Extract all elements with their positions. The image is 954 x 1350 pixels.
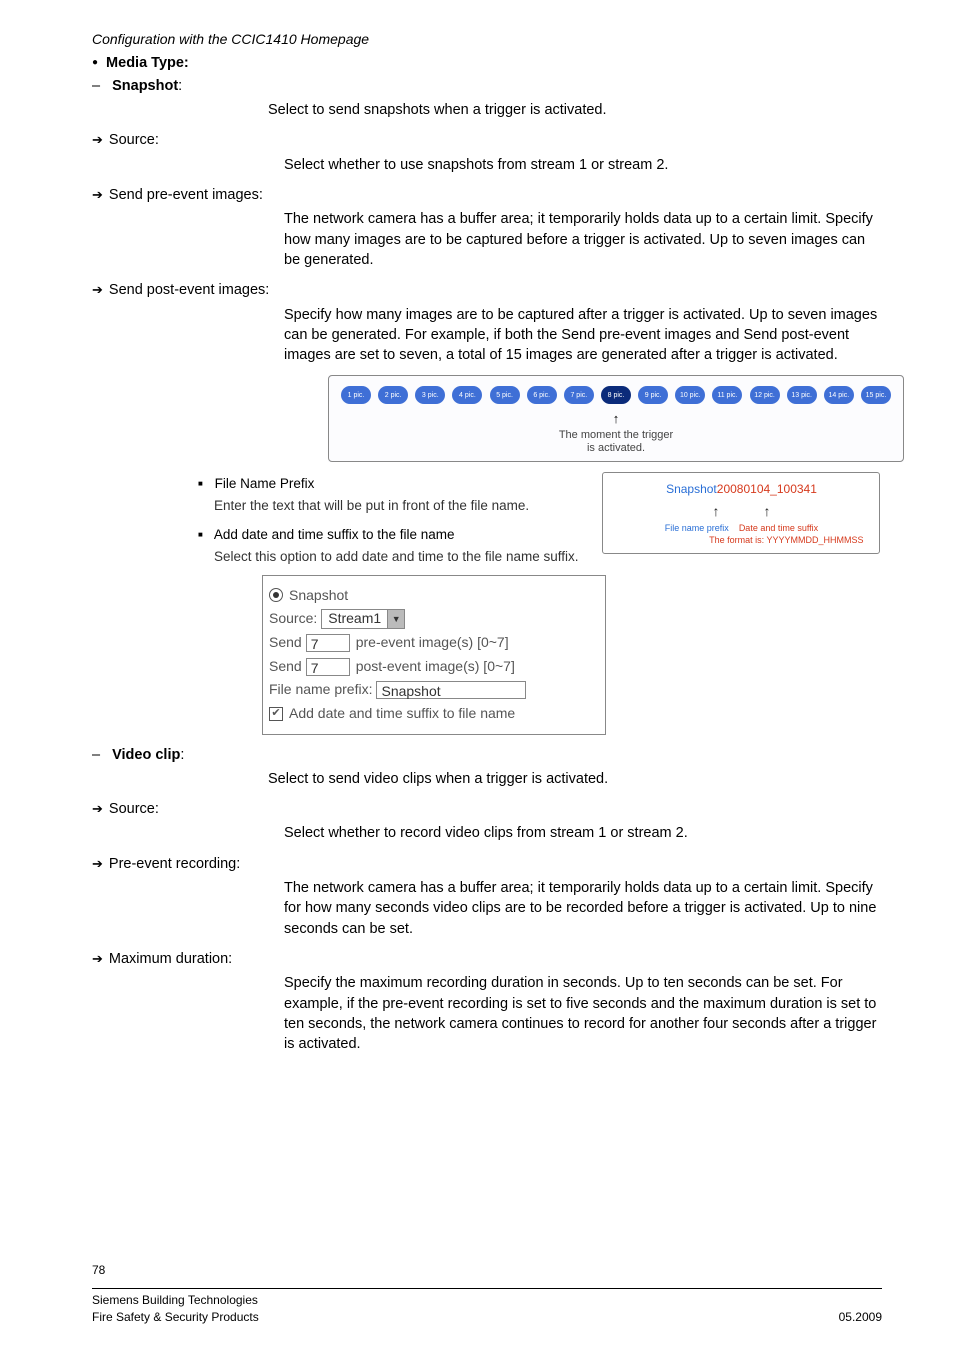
snapshot-pre-desc: The network camera has a buffer area; it…	[284, 209, 882, 270]
source-select-value: Stream1	[322, 609, 387, 629]
footer-right: 05.2009	[839, 1309, 882, 1326]
add-suffix-title: Add date and time suffix to the file nam…	[214, 527, 455, 542]
add-suffix-checkbox[interactable]: ✔	[269, 707, 283, 721]
snapshot-heading: Snapshot:	[92, 76, 882, 96]
snapshot-post-label: Send post-event images:	[92, 280, 882, 300]
prefix-label: File name prefix:	[269, 680, 372, 700]
video-max-label: Maximum duration:	[92, 949, 882, 969]
diagram-pic: 6 pic.	[527, 386, 557, 404]
source-label: Source:	[269, 609, 317, 629]
page-number: 78	[92, 1262, 882, 1279]
prefix-input[interactable]: Snapshot	[376, 681, 526, 699]
sample-arrow-right: ↑	[763, 502, 770, 522]
post-event-suffix: post-event image(s) [0~7]	[356, 657, 515, 677]
footer-left-2: Fire Safety & Security Products	[92, 1309, 259, 1326]
snapshot-source-label: Source:	[92, 130, 882, 150]
sample-right-label2: The format is: YYYYMMDD_HHMMSS	[613, 535, 863, 547]
diagram-pic: 3 pic.	[415, 386, 445, 404]
diagram-pic: 2 pic.	[378, 386, 408, 404]
diagram-pic: 4 pic.	[452, 386, 482, 404]
snapshot-intro: Select to send snapshots when a trigger …	[268, 100, 882, 120]
snapshot-form-panel: Snapshot Source: Stream1 ▼ Send 7 pre-ev…	[262, 575, 606, 735]
video-pre-label: Pre-event recording:	[92, 854, 882, 874]
snapshot-title-text: Snapshot	[112, 78, 178, 94]
file-name-prefix-title: File Name Prefix	[215, 476, 315, 491]
sample-left-label: File name prefix	[665, 523, 729, 533]
trigger-caption-2: is activated.	[341, 442, 891, 455]
trigger-caption-1: The moment the trigger	[341, 429, 891, 442]
snapshot-pre-label: Send pre-event images:	[92, 185, 882, 205]
chevron-down-icon: ▼	[387, 610, 404, 628]
diagram-pic: 10 pic.	[675, 386, 705, 404]
diagram-pic: 5 pic.	[490, 386, 520, 404]
diagram-pic: 11 pic.	[712, 386, 742, 404]
sample-right-label1: Date and time suffix	[739, 523, 818, 533]
video-clip-intro: Select to send video clips when a trigge…	[268, 769, 882, 789]
trigger-diagram: 1 pic. 2 pic. 3 pic. 4 pic. 5 pic. 6 pic. 7 pi…	[328, 375, 904, 462]
post-event-input[interactable]: 7	[306, 658, 350, 676]
source-select[interactable]: Stream1 ▼	[321, 609, 405, 629]
diagram-pic: 15 pic.	[861, 386, 891, 404]
diagram-pic: 9 pic.	[638, 386, 668, 404]
filename-sample-box: Snapshot20080104_100341 ↑ ↑ File name pre…	[602, 472, 880, 554]
send-post-label: Send	[269, 657, 302, 677]
video-pre-desc: The network camera has a buffer area; it…	[284, 878, 882, 939]
add-suffix-desc: Select this option to add date and time …	[214, 548, 578, 567]
video-source-label: Source:	[92, 799, 882, 819]
video-source-desc: Select whether to record video clips fro…	[284, 823, 882, 843]
add-suffix-checkbox-label: Add date and time suffix to file name	[289, 704, 515, 724]
sample-arrow-left: ↑	[712, 502, 719, 522]
diagram-pic: 14 pic.	[824, 386, 854, 404]
pre-event-suffix: pre-event image(s) [0~7]	[356, 633, 509, 653]
snapshot-radio[interactable]	[269, 588, 283, 602]
trigger-arrow-icon: ↑	[341, 410, 891, 428]
file-name-prefix-desc: Enter the text that will be put in front…	[214, 497, 578, 516]
send-pre-label: Send	[269, 633, 302, 653]
diagram-pic: 13 pic.	[787, 386, 817, 404]
video-max-desc: Specify the maximum recording duration i…	[284, 973, 882, 1054]
snapshot-post-desc: Specify how many images are to be captur…	[284, 305, 882, 366]
pre-event-input[interactable]: 7	[306, 634, 350, 652]
sample-prefix: Snapshot	[666, 482, 717, 496]
sample-suffix: 20080104_100341	[717, 482, 817, 496]
video-clip-heading: Video clip:	[92, 745, 882, 765]
snapshot-radio-label: Snapshot	[289, 586, 348, 606]
media-type-heading: Media Type:	[92, 53, 882, 73]
diagram-pic: 7 pic.	[564, 386, 594, 404]
page-header: Configuration with the CCIC1410 Homepage	[92, 30, 882, 50]
snapshot-source-desc: Select whether to use snapshots from str…	[284, 155, 882, 175]
diagram-pic: 12 pic.	[750, 386, 780, 404]
video-clip-title-text: Video clip	[112, 747, 180, 763]
footer-left-1: Siemens Building Technologies	[92, 1292, 258, 1309]
diagram-pic: 8 pic.	[601, 386, 631, 404]
diagram-pic: 1 pic.	[341, 386, 371, 404]
footer-rule	[92, 1288, 882, 1289]
